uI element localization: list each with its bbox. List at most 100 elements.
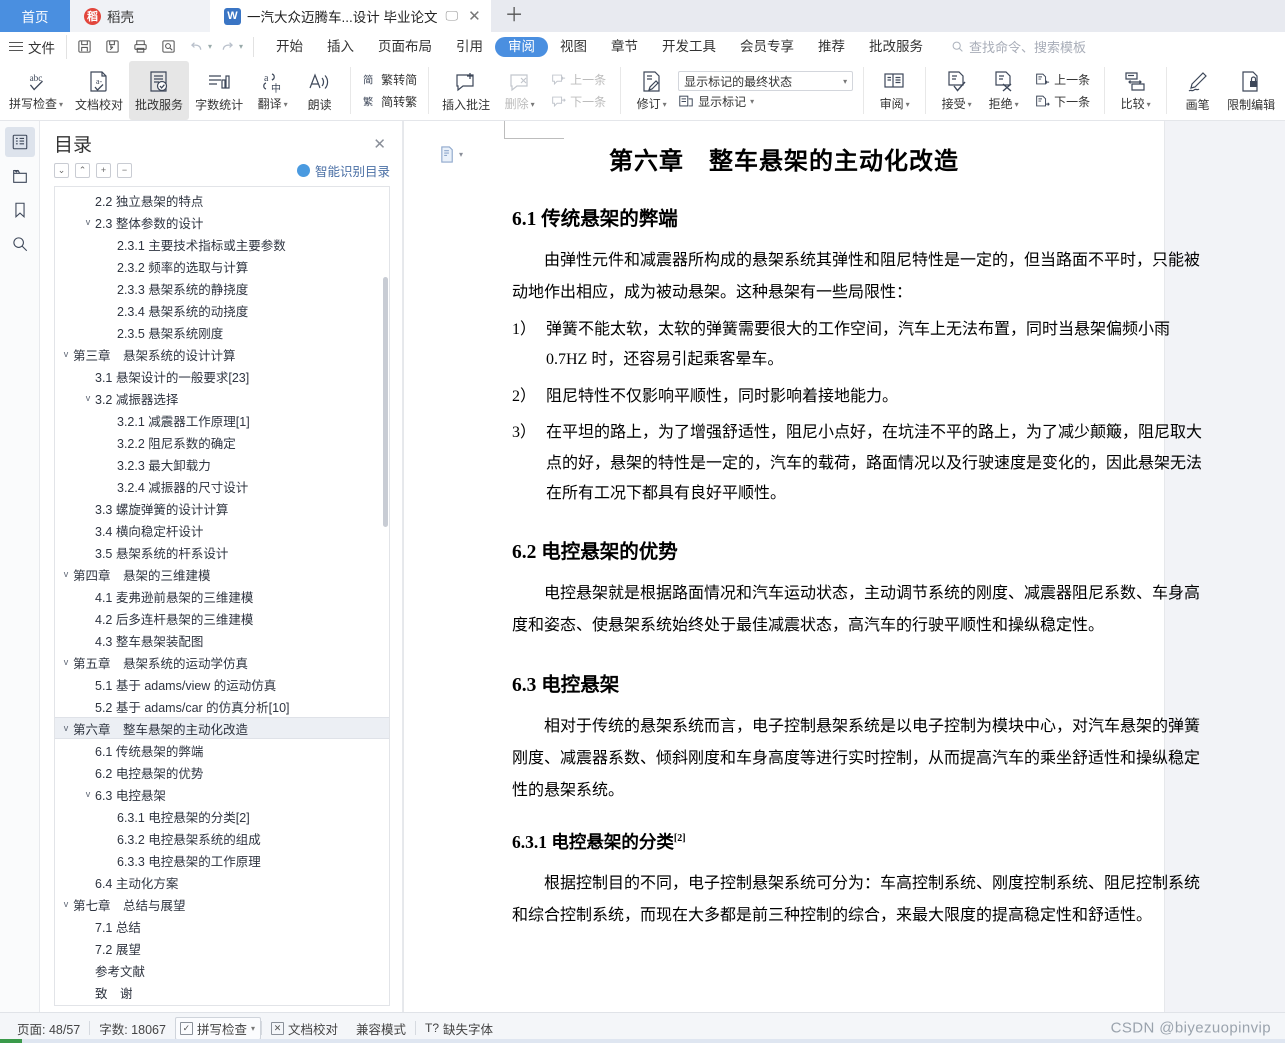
toc-item[interactable]: 3.2.2 阻尼系数的确定 (55, 431, 389, 453)
customize-qat-icon[interactable]: ▾ (239, 42, 243, 51)
twisty-icon[interactable]: v (59, 349, 73, 359)
toc-item[interactable]: 3.5 悬架系统的杆系设计 (55, 541, 389, 563)
ribbon-tab-insert[interactable]: 插入 (315, 37, 366, 57)
toc-item[interactable]: 7.1 总结 (55, 915, 389, 937)
new-tab-button[interactable]: ＋ (491, 0, 538, 32)
toc-item-selected[interactable]: v 第六章 整车悬架的主动化改造 (55, 717, 389, 739)
revision-marker-icon[interactable]: ▾ (439, 145, 463, 164)
close-icon[interactable]: ✕ (466, 7, 483, 25)
chevron-down-icon[interactable]: ▾ (843, 77, 847, 86)
ribbon-tab-review[interactable]: 审阅 (495, 36, 549, 57)
toc-item[interactable]: 7.2 展望 (55, 937, 389, 959)
show-markup-button[interactable]: 显示标记 ▾ (678, 93, 853, 110)
chapter-navigation-icon[interactable] (5, 161, 35, 191)
twisty-icon[interactable]: v (59, 569, 73, 579)
toc-item[interactable]: 6.2 电控悬架的优势 (55, 761, 389, 783)
toc-item[interactable]: 2.3.4 悬架系统的动挠度 (55, 299, 389, 321)
toc-item[interactable]: 3.2.4 减振器的尺寸设计 (55, 475, 389, 497)
document-proofread-button[interactable]: a- 文档校对 (69, 61, 129, 120)
chevron-down-icon[interactable]: ▾ (59, 100, 63, 109)
toc-item[interactable]: 6.4 主动化方案 (55, 871, 389, 893)
word-count-indicator[interactable]: 字数: 18067 (90, 1019, 175, 1038)
toc-item[interactable]: v 第七章 总结与展望 (55, 893, 389, 915)
prev-comment-button[interactable]: 上一条 (547, 70, 609, 89)
read-aloud-button[interactable]: 朗读 (296, 61, 343, 120)
toc-item[interactable]: v 第四章 悬架的三维建模 (55, 563, 389, 585)
tab-docer[interactable]: 稻 稻壳 (70, 0, 210, 32)
ribbon-tab-view[interactable]: 视图 (548, 37, 599, 57)
revision-display-select[interactable]: 显示标记的最终状态 ▾ (678, 71, 854, 91)
ribbon-tab-developer[interactable]: 开发工具 (650, 37, 728, 57)
insert-comment-button[interactable]: 插入批注 (436, 61, 496, 120)
ribbon-tab-member[interactable]: 会员专享 (728, 37, 806, 57)
ribbon-tab-page-layout[interactable]: 页面布局 (366, 37, 444, 57)
chevron-down-icon[interactable]: ▾ (284, 100, 288, 109)
chevron-down-icon[interactable]: ▾ (251, 1024, 255, 1033)
toc-item[interactable]: 6.3.3 电控悬架的工作原理 (55, 849, 389, 871)
outline-icon[interactable] (4, 127, 35, 157)
toc-item[interactable]: v 3.2 减振器选择 (55, 387, 389, 409)
toc-item[interactable]: 致 谢 (55, 981, 389, 1003)
redo-icon[interactable] (214, 35, 240, 59)
toc-item[interactable]: 4.1 麦弗逊前悬架的三维建模 (55, 585, 389, 607)
prev-change-button[interactable]: 上一条 (1031, 70, 1093, 89)
toc-item[interactable]: 4.3 整车悬架装配图 (55, 629, 389, 651)
search-icon[interactable] (5, 229, 35, 259)
restrict-edit-button[interactable]: 限制编辑 (1221, 61, 1281, 120)
outline-scrollbar-thumb[interactable] (383, 277, 388, 527)
toc-item[interactable]: 4.2 后多连杆悬架的三维建模 (55, 607, 389, 629)
track-changes-button[interactable]: 修订 ▾ (628, 61, 675, 120)
brush-button[interactable]: 画笔 (1174, 61, 1221, 120)
smart-detect-toc-button[interactable]: 智能识别目录 (296, 161, 390, 180)
expand-down-icon[interactable]: ⌄ (54, 163, 69, 178)
toc-item[interactable]: 3.4 横向稳定杆设计 (55, 519, 389, 541)
close-icon[interactable]: ✕ (369, 133, 390, 155)
ribbon-tab-recommend[interactable]: 推荐 (806, 37, 857, 57)
toc-item[interactable]: v 第三章 悬架系统的设计计算 (55, 343, 389, 365)
print-preview-icon[interactable] (155, 35, 181, 59)
toc-item[interactable]: 5.1 基于 adams/view 的运动仿真 (55, 673, 389, 695)
collapse-up-icon[interactable]: ⌃ (75, 163, 90, 178)
reject-change-button[interactable]: 拒绝 ▾ (980, 61, 1027, 120)
next-comment-button[interactable]: 下一条 (547, 92, 609, 111)
toc-item[interactable]: 6.1 传统悬架的弊端 (55, 739, 389, 761)
twisty-icon[interactable]: v (59, 899, 73, 909)
page-indicator[interactable]: 页面: 48/57 (8, 1019, 89, 1038)
delete-comment-button[interactable]: 删除 ▾ (496, 61, 543, 120)
ribbon-tab-chapter[interactable]: 章节 (599, 37, 650, 57)
trad-to-simp-button[interactable]: 简 繁转简 (359, 70, 420, 89)
word-count-button[interactable]: 字数统计 (189, 61, 249, 120)
tab-document[interactable]: W 一汽大众迈腾车...设计 毕业论文 🖵 ✕ (210, 0, 491, 32)
file-menu-button[interactable]: 文件 (0, 37, 66, 57)
reviewing-pane-button[interactable]: 审阅 ▾ (871, 61, 918, 120)
accept-change-button[interactable]: 接受 ▾ (933, 61, 980, 120)
document-page[interactable]: ▾ 第六章 整车悬架的主动化改造 6.1 传统悬架的弊端 由弹性元件和减震器所构… (404, 121, 1202, 1012)
save-as-icon[interactable] (99, 35, 125, 59)
document-permission-button[interactable]: 文档权限 (1281, 61, 1285, 120)
toc-item[interactable]: 3.2.1 减震器工作原理[1] (55, 409, 389, 431)
toc-item[interactable]: 6.3.2 电控悬架系统的组成 (55, 827, 389, 849)
proofread-status-button[interactable]: ✕ 文档校对 (262, 1019, 347, 1038)
toc-item[interactable]: 3.2.3 最大卸载力 (55, 453, 389, 475)
document-canvas[interactable]: ▾ 第六章 整车悬架的主动化改造 6.1 传统悬架的弊端 由弹性元件和减震器所构… (403, 121, 1285, 1012)
undo-icon[interactable] (183, 35, 209, 59)
compat-mode-indicator[interactable]: 兼容模式 (347, 1019, 415, 1038)
missing-font-button[interactable]: T? 缺失字体 (416, 1019, 502, 1038)
ribbon-tab-references[interactable]: 引用 (444, 37, 495, 57)
translate-button[interactable]: a 中 翻译 ▾ (249, 61, 296, 120)
toc-item[interactable]: 2.3.1 主要技术指标或主要参数 (55, 233, 389, 255)
twisty-icon[interactable]: v (59, 657, 73, 667)
next-change-button[interactable]: 下一条 (1031, 92, 1093, 111)
ribbon-tab-start[interactable]: 开始 (264, 37, 315, 57)
twisty-icon[interactable]: v (81, 393, 95, 403)
toc-item[interactable]: v 6.3 电控悬架 (55, 783, 389, 805)
twisty-icon[interactable]: v (81, 789, 95, 799)
correction-service-button[interactable]: 批改服务 (129, 61, 190, 120)
toc-item[interactable]: 3.1 悬架设计的一般要求[23] (55, 365, 389, 387)
save-icon[interactable] (71, 35, 97, 59)
toc-item[interactable]: v 第五章 悬架系统的运动学仿真 (55, 651, 389, 673)
toc-item[interactable]: 3.3 螺旋弹簧的设计计算 (55, 497, 389, 519)
toc-item[interactable]: v 2.3 整体参数的设计 (55, 211, 389, 233)
spell-check-button[interactable]: abc 拼写检查 ▾ (3, 61, 69, 120)
toc-item[interactable]: 2.3.2 频率的选取与计算 (55, 255, 389, 277)
